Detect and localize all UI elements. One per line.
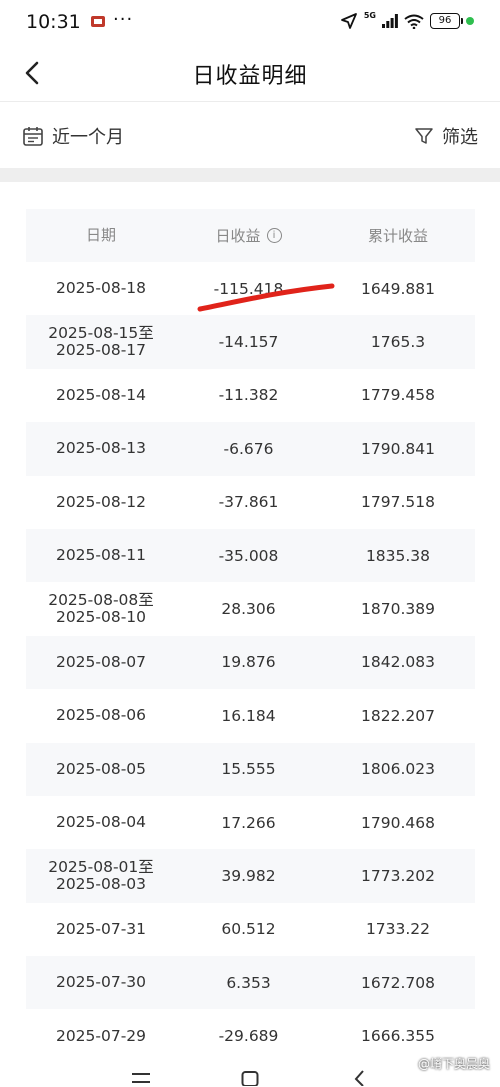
watermark-text: @嵴下奥晨奥 xyxy=(417,1057,490,1071)
cell-daily-earnings: -14.157 xyxy=(218,333,279,352)
table-row[interactable]: 2025-08-04 17.266 1790.468 xyxy=(26,796,475,849)
privacy-indicator-dot xyxy=(466,17,474,25)
section-separator xyxy=(0,168,500,182)
table-row[interactable]: 2025-08-05 15.555 1806.023 xyxy=(26,742,475,796)
cell-date: 2025-08-13 xyxy=(55,439,147,458)
filter-label: 筛选 xyxy=(442,127,478,148)
info-icon[interactable]: i xyxy=(266,228,282,243)
cell-daily-earnings: -11.382 xyxy=(218,386,279,405)
cell-date: 2025-07-30 xyxy=(55,973,147,992)
calendar-icon xyxy=(23,127,43,146)
cell-date: 2025-08-06 xyxy=(55,706,147,725)
table-row[interactable]: 2025-07-29 -29.689 1666.355 xyxy=(26,1009,475,1062)
top-navigation-bar: 日收益明细 xyxy=(0,44,500,102)
cell-cumulative-earnings: 1733.22 xyxy=(365,920,431,939)
signal-icon xyxy=(382,14,398,28)
cell-daily-earnings: 15.555 xyxy=(221,760,276,779)
table-row[interactable]: 2025-08-13 -6.676 1790.841 xyxy=(26,422,475,476)
table-row[interactable]: 2025-08-11 -35.008 1835.38 xyxy=(26,528,475,583)
status-more-dots: ··· xyxy=(113,9,134,30)
cell-cumulative-earnings: 1822.207 xyxy=(361,706,435,725)
table-row[interactable]: 2025-08-15至2025-08-17 -14.157 1765.3 xyxy=(26,315,475,369)
cell-date: 2025-08-12 xyxy=(55,492,147,511)
cell-cumulative-earnings: 1773.202 xyxy=(361,866,435,885)
cell-cumulative-earnings: 1779.458 xyxy=(361,386,435,405)
cell-date: 2025-08-07 xyxy=(55,652,147,671)
page-title: 日收益明细 xyxy=(192,64,308,89)
cell-date: 2025-08-14 xyxy=(55,385,147,404)
header-daily-earnings-label: 日收益 xyxy=(215,227,261,245)
cell-daily-earnings: 60.512 xyxy=(221,920,276,939)
table-row[interactable]: 2025-08-14 -11.382 1779.458 xyxy=(26,369,475,422)
header-date: 日期 xyxy=(85,226,116,244)
cell-date: 2025-08-01至2025-08-03 xyxy=(48,857,154,893)
table-row[interactable]: 2025-08-08至2025-08-10 28.306 1870.389 xyxy=(26,582,475,635)
status-time: 10:31 xyxy=(26,11,81,33)
cell-cumulative-earnings: 1842.083 xyxy=(361,653,435,672)
home-icon[interactable] xyxy=(241,1066,259,1086)
funnel-icon xyxy=(415,128,433,144)
table-row[interactable]: 2025-08-06 16.184 1822.207 xyxy=(26,689,475,742)
cell-date: 2025-08-18 xyxy=(55,279,147,298)
menu-icon[interactable] xyxy=(131,1066,151,1084)
cell-cumulative-earnings: 1806.023 xyxy=(361,760,435,779)
cell-date: 2025-08-11 xyxy=(55,546,147,565)
wifi-icon xyxy=(404,14,424,29)
filter-button[interactable]: 筛选 xyxy=(414,123,478,149)
cell-date: 2025-07-31 xyxy=(55,919,147,938)
cell-cumulative-earnings: 1649.881 xyxy=(361,279,435,298)
cell-daily-earnings: -115.418 xyxy=(213,279,284,298)
cell-daily-earnings: 6.353 xyxy=(226,973,271,992)
cell-cumulative-earnings: 1790.841 xyxy=(361,439,435,458)
table-row[interactable]: 2025-07-30 6.353 1672.708 xyxy=(26,956,475,1010)
cell-date: 2025-08-15至2025-08-17 xyxy=(48,324,154,360)
table-row[interactable]: 2025-08-12 -37.861 1797.518 xyxy=(26,476,475,529)
cell-daily-earnings: -29.689 xyxy=(218,1027,279,1046)
cell-daily-earnings: -37.861 xyxy=(218,493,279,512)
table-row[interactable]: 2025-07-31 60.512 1733.22 xyxy=(26,903,475,956)
cell-daily-earnings: 19.876 xyxy=(221,653,276,672)
cell-daily-earnings: 17.266 xyxy=(221,813,276,832)
cell-date: 2025-08-08至2025-08-10 xyxy=(48,591,154,627)
cell-cumulative-earnings: 1672.708 xyxy=(361,973,435,992)
cell-cumulative-earnings: 1870.389 xyxy=(361,600,435,619)
table-header: 日期 日收益 i 累计收益 xyxy=(26,209,475,262)
cell-date: 2025-08-05 xyxy=(55,759,147,778)
back-nav-icon[interactable] xyxy=(352,1066,366,1086)
location-arrow-icon xyxy=(340,13,357,29)
table-row[interactable]: 2025-08-01至2025-08-03 39.982 1773.202 xyxy=(26,849,475,903)
table-row[interactable]: 2025-08-07 19.876 1842.083 xyxy=(26,635,475,690)
cell-daily-earnings: -35.008 xyxy=(218,546,279,565)
cell-daily-earnings: -6.676 xyxy=(223,439,274,458)
cell-daily-earnings: 28.306 xyxy=(221,600,276,619)
header-cumulative-earnings: 累计收益 xyxy=(367,227,428,245)
period-selector[interactable]: 近一个月 xyxy=(22,123,124,149)
notification-app-icon xyxy=(91,16,105,27)
network-type-label: 5G xyxy=(363,10,376,20)
cell-cumulative-earnings: 1835.38 xyxy=(365,546,431,565)
cell-cumulative-earnings: 1666.355 xyxy=(361,1027,435,1046)
table-body: 2025-08-18 -115.418 1649.881 2025-08-15至202… xyxy=(26,262,475,1063)
cell-daily-earnings: 16.184 xyxy=(221,706,276,725)
cell-date: 2025-07-29 xyxy=(55,1026,147,1045)
cell-cumulative-earnings: 1765.3 xyxy=(370,333,426,352)
cell-date: 2025-08-04 xyxy=(55,813,147,832)
cell-cumulative-earnings: 1797.518 xyxy=(361,493,435,512)
daily-earnings-table: 日期 日收益 i 累计收益 2025-08-18 -115.418 1649.881… xyxy=(26,209,475,1063)
cell-cumulative-earnings: 1790.468 xyxy=(361,813,435,832)
period-label: 近一个月 xyxy=(52,127,124,148)
battery-indicator: 96 xyxy=(430,13,463,29)
table-row[interactable]: 2025-08-18 -115.418 1649.881 xyxy=(26,262,475,315)
header-daily-earnings[interactable]: 日收益 i xyxy=(176,225,321,246)
filter-bar: 近一个月 筛选 xyxy=(0,102,500,168)
cell-daily-earnings: 39.982 xyxy=(221,866,276,885)
status-bar: 10:31 ··· 5G 96 xyxy=(0,0,500,44)
